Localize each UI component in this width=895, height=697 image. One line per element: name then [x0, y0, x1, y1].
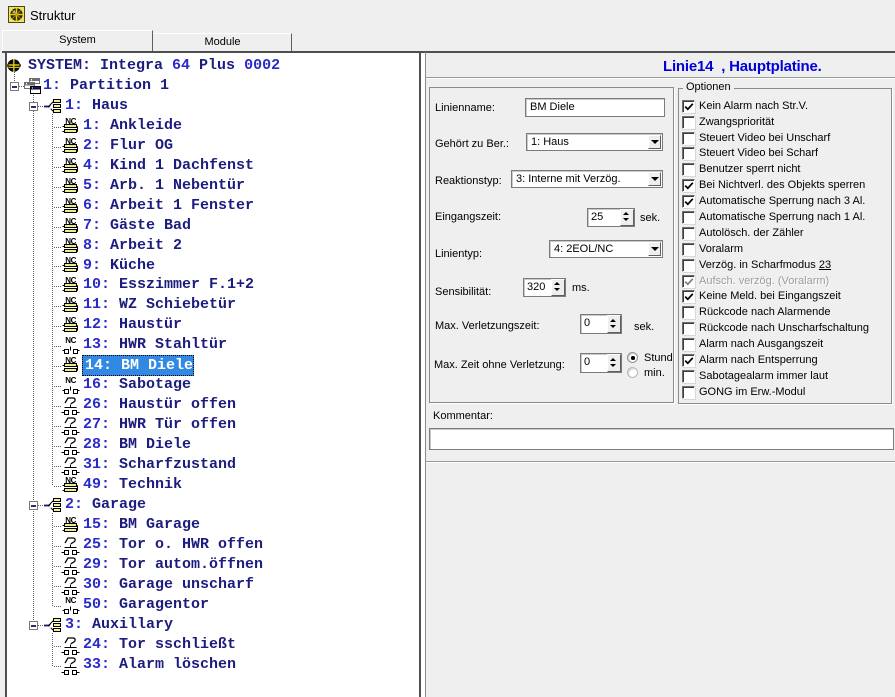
svg-text:NC: NC [65, 336, 76, 345]
svg-text:NC: NC [65, 596, 76, 605]
svg-text:NC: NC [65, 376, 76, 385]
